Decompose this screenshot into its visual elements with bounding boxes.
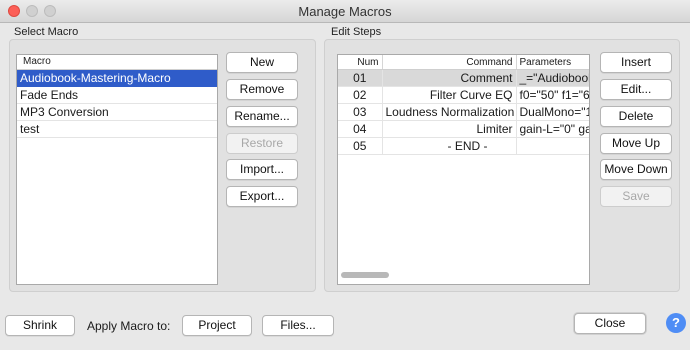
num-column-header[interactable]: Num [338, 55, 383, 70]
delete-step-button[interactable]: Delete [600, 106, 672, 127]
step-command: Comment [382, 69, 517, 87]
step-num: 03 [338, 103, 383, 121]
macro-list-item[interactable]: Audiobook-Mastering-Macro [17, 70, 217, 87]
step-num: 02 [338, 86, 383, 104]
table-row[interactable]: 02 Filter Curve EQ f0="50" f1="6 [338, 86, 589, 104]
new-macro-button[interactable]: New [226, 52, 298, 73]
window-title: Manage Macros [298, 4, 392, 19]
macro-list-item[interactable]: MP3 Conversion [17, 104, 217, 121]
step-num: 05 [338, 137, 383, 155]
macro-list-item[interactable]: Fade Ends [17, 87, 217, 104]
step-command: Loudness Normalization [382, 103, 517, 121]
step-parameters: DualMono="1" [516, 103, 589, 121]
table-row[interactable]: 04 Limiter gain-L="0" ga [338, 120, 589, 138]
step-num: 04 [338, 120, 383, 138]
insert-step-button[interactable]: Insert [600, 52, 672, 73]
title-bar: Manage Macros [0, 0, 690, 23]
macro-column-header: Macro [17, 55, 217, 70]
command-column-header[interactable]: Command [382, 55, 517, 70]
remove-macro-button[interactable]: Remove [226, 79, 298, 100]
horizontal-scrollbar[interactable] [339, 270, 589, 280]
table-row[interactable]: 01 Comment _="Audiobook [338, 69, 589, 87]
apply-to-project-button[interactable]: Project [182, 315, 252, 336]
save-step-button[interactable]: Save [600, 186, 672, 207]
step-parameters: _="Audiobook [516, 69, 589, 87]
import-macro-button[interactable]: Import... [226, 159, 298, 180]
move-up-button[interactable]: Move Up [600, 133, 672, 154]
step-command: - END - [382, 137, 517, 155]
table-row[interactable]: 03 Loudness Normalization DualMono="1" [338, 103, 589, 121]
edit-step-button[interactable]: Edit... [600, 79, 672, 100]
step-parameters: gain-L="0" ga [516, 120, 589, 138]
parameters-column-header[interactable]: Parameters [516, 55, 589, 70]
steps-table-container[interactable]: Num Command Parameters 01 Comment _="Aud… [337, 54, 590, 285]
select-macro-label: Select Macro [14, 26, 79, 38]
export-macro-button[interactable]: Export... [226, 186, 298, 207]
step-num: 01 [338, 69, 383, 87]
move-down-button[interactable]: Move Down [600, 159, 672, 180]
macro-list[interactable]: Macro Audiobook-Mastering-Macro Fade End… [16, 54, 218, 285]
step-command: Filter Curve EQ [382, 86, 517, 104]
apply-macro-label: Apply Macro to: [87, 319, 171, 333]
table-row[interactable]: 05 - END - [338, 137, 589, 155]
steps-table: Num Command Parameters 01 Comment _="Aud… [338, 55, 589, 155]
apply-to-files-button[interactable]: Files... [262, 315, 334, 336]
scrollbar-thumb[interactable] [341, 272, 389, 278]
macro-list-item[interactable]: test [17, 121, 217, 138]
shrink-button[interactable]: Shrink [5, 315, 75, 336]
rename-macro-button[interactable]: Rename... [226, 106, 298, 127]
help-icon[interactable]: ? [666, 313, 686, 333]
step-parameters [516, 137, 589, 155]
close-button[interactable]: Close [574, 313, 646, 334]
step-parameters: f0="50" f1="6 [516, 86, 589, 104]
step-command: Limiter [382, 120, 517, 138]
edit-steps-label: Edit Steps [331, 26, 382, 38]
restore-macro-button[interactable]: Restore [226, 133, 298, 154]
